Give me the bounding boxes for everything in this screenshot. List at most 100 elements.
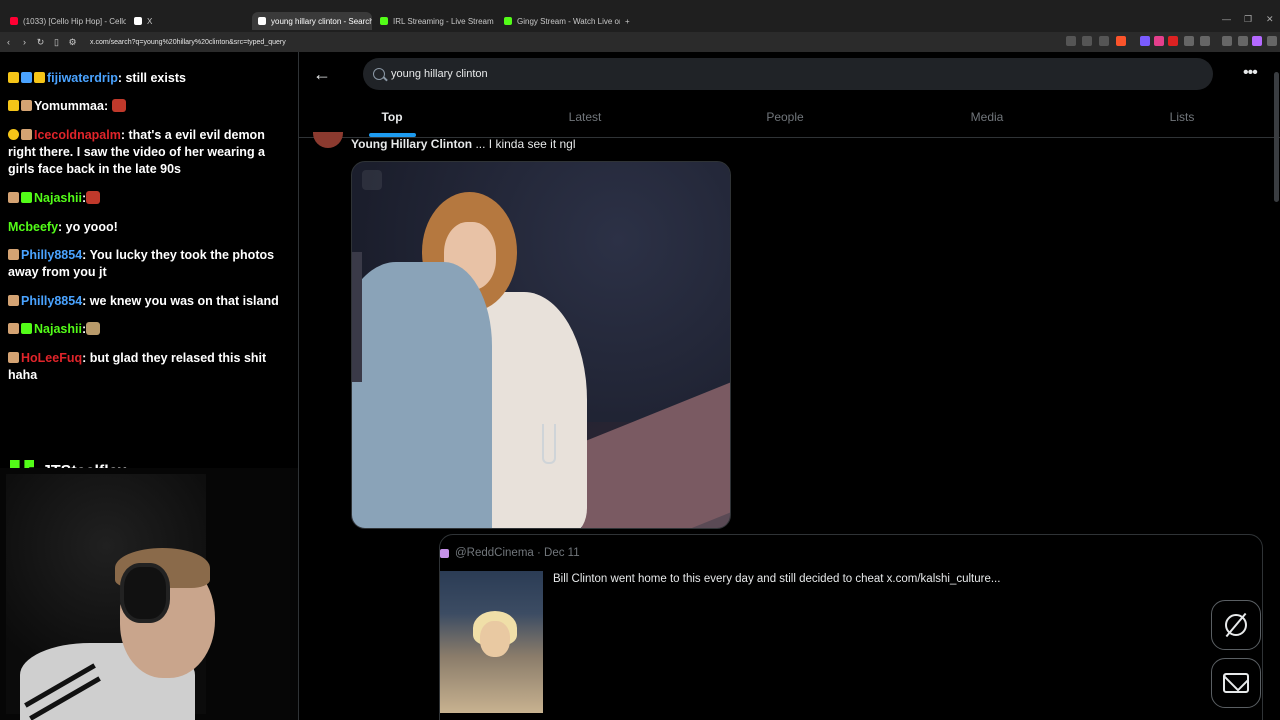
browser-tab-kick-gingy[interactable]: Gingy Stream - Watch Live on Kick: [498, 12, 620, 30]
close-window-icon[interactable]: ✕: [1266, 14, 1274, 25]
chat-username[interactable]: Mcbeefy: [8, 220, 58, 234]
chat-message: Icecoldnapalm: that's a evil evil demon …: [8, 127, 288, 178]
chat-username[interactable]: Icecoldnapalm: [34, 128, 121, 142]
thumbnail-face: [480, 621, 510, 657]
tab-label: IRL Streaming - Live Streams on Kick: [393, 16, 494, 26]
sub-badge-icon: [8, 352, 19, 363]
more-options-icon[interactable]: •••: [1243, 64, 1258, 82]
info-badge-icon: [8, 129, 19, 140]
chat-text: : still exists: [117, 71, 186, 85]
reload-icon[interactable]: ↻: [33, 37, 48, 48]
quoted-post-card[interactable]: @ReddCinema · Dec 11 Bill Clinton went h…: [439, 534, 1263, 720]
sub-badge-icon: [21, 100, 32, 111]
gift-badge-icon: [34, 72, 45, 83]
mail-icon: [1223, 673, 1249, 693]
post-text: Young Hillary Clinton ... I kinda see it…: [351, 137, 576, 151]
photo-wine-glass: [542, 424, 556, 464]
tab-label: (1033) [Cello Hip Hop] - Cello of the...: [23, 16, 126, 26]
new-tab-button[interactable]: +: [622, 12, 636, 30]
share-icon[interactable]: [1099, 36, 1109, 46]
kick-icon: [380, 17, 388, 25]
chat-message: fijiwaterdrip: still exists: [8, 70, 288, 87]
chat-username[interactable]: HoLeeFuq: [21, 351, 82, 365]
chat-username[interactable]: Yomummaa: [34, 99, 104, 113]
scrollbar[interactable]: [1274, 72, 1279, 202]
forward-icon[interactable]: ›: [17, 37, 32, 47]
emote-icon: [86, 191, 101, 204]
headphones: [120, 563, 170, 623]
browser-tab-x-search[interactable]: young hillary clinton - Search / X ✕: [252, 12, 372, 30]
bookmark-icon[interactable]: ▯: [49, 37, 64, 48]
x-logo-icon: [134, 17, 142, 25]
tab-label: X: [147, 16, 153, 26]
sub-badge-icon: [8, 249, 19, 260]
site-info-icon[interactable]: ⚙: [65, 37, 80, 48]
meta-separator: ·: [533, 547, 545, 559]
browser-tab-youtube[interactable]: (1033) [Cello Hip Hop] - Cello of the...: [4, 12, 126, 30]
sub-badge-icon: [8, 192, 19, 203]
post-meta: @ReddCinema · Dec 11: [455, 547, 580, 559]
tab-label: young hillary clinton - Search / X: [271, 16, 372, 26]
chat-message: Mcbeefy: yo yooo!: [8, 219, 288, 236]
chat-message: Yomummaa:: [8, 98, 288, 115]
url-field[interactable]: x.com/search?q=young%20hillary%20clinton…: [90, 39, 286, 46]
chat-text: : yo yooo!: [58, 220, 118, 234]
emote-icon: [111, 99, 126, 112]
tab-people[interactable]: People: [766, 110, 803, 124]
x-search-page: ← ••• Top Latest People Media Lists Youn…: [298, 52, 1280, 720]
chat-message: Philly8854: You lucky they took the phot…: [8, 247, 288, 281]
browser-tab-kick-irl[interactable]: IRL Streaming - Live Streams on Kick ✕: [374, 12, 494, 30]
search-box[interactable]: [363, 58, 1213, 90]
tab-lists[interactable]: Lists: [1170, 110, 1195, 124]
youtube-icon: [10, 17, 18, 25]
zoom-icon[interactable]: [1082, 36, 1092, 46]
menu-icon[interactable]: [1267, 36, 1277, 46]
messages-button[interactable]: [1211, 658, 1261, 708]
post-handle[interactable]: @ReddCinema: [455, 547, 534, 559]
chat-text: : we knew you was on that island: [82, 294, 279, 308]
music-icon[interactable]: [1222, 36, 1232, 46]
post-body: ... I kinda see it ngl: [472, 137, 576, 151]
browser-tab-bar: (1033) [Cello Hip Hop] - Cello of the...…: [0, 0, 1280, 32]
gift-badge-icon: [21, 323, 32, 334]
extensions-puzzle-icon[interactable]: [1184, 36, 1194, 46]
crown-badge-icon: [8, 100, 19, 111]
back-icon[interactable]: ‹: [1, 37, 16, 47]
chat-username[interactable]: Philly8854: [21, 248, 82, 262]
extension-icon[interactable]: [1140, 36, 1150, 46]
emote-icon: [86, 322, 101, 335]
chat-username[interactable]: Najashii: [34, 322, 82, 336]
plus-icon: +: [625, 16, 630, 26]
extension-icon[interactable]: [1154, 36, 1164, 46]
back-arrow-icon[interactable]: ←: [313, 64, 331, 85]
sidebar-icon[interactable]: [1200, 36, 1210, 46]
cast-icon[interactable]: [1066, 36, 1076, 46]
tab-latest[interactable]: Latest: [569, 110, 602, 124]
minimize-icon[interactable]: —: [1222, 14, 1231, 24]
chat-username[interactable]: Philly8854: [21, 294, 82, 308]
panel-icon[interactable]: [1238, 36, 1248, 46]
grok-button[interactable]: [1211, 600, 1261, 650]
wallet-icon[interactable]: [1252, 36, 1262, 46]
chat-message: Najashii:: [8, 321, 288, 338]
post-date[interactable]: Dec 11: [544, 547, 580, 559]
brave-shield-icon[interactable]: [1116, 36, 1126, 46]
chat-username[interactable]: Najashii: [34, 191, 82, 205]
quoted-post-thumbnail[interactable]: [440, 571, 543, 713]
photo-man-head: [352, 252, 362, 382]
chat-username[interactable]: fijiwaterdrip: [47, 71, 118, 85]
sub-badge-icon: [8, 295, 19, 306]
extension-icon[interactable]: [1168, 36, 1178, 46]
avatar[interactable]: [313, 132, 343, 148]
kick-icon: [504, 17, 512, 25]
tab-top[interactable]: Top: [381, 110, 402, 124]
sub-badge-icon: [21, 72, 32, 83]
browser-tab-x[interactable]: X: [128, 12, 238, 30]
x-logo-icon: [258, 17, 266, 25]
crown-badge-icon: [8, 72, 19, 83]
sub-badge-icon: [8, 323, 19, 334]
maximize-icon[interactable]: ❐: [1244, 14, 1252, 25]
post-photo[interactable]: [351, 161, 731, 529]
search-input[interactable]: [391, 68, 1171, 80]
tab-media[interactable]: Media: [971, 110, 1004, 124]
